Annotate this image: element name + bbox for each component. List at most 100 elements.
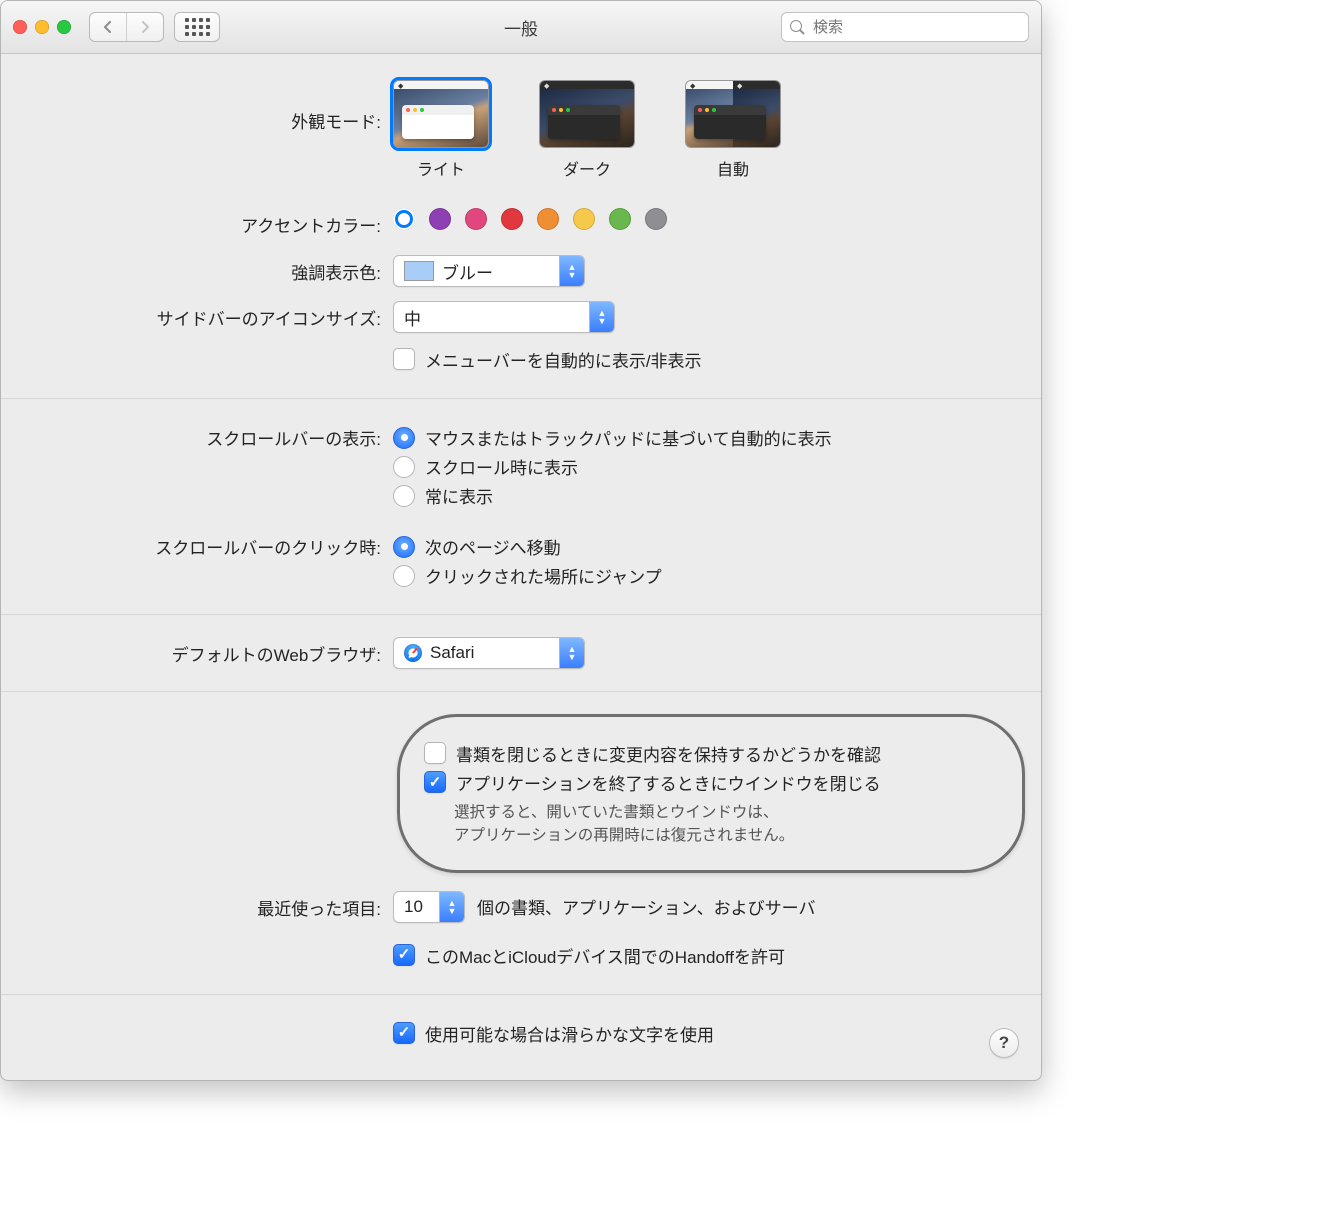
recent-row: 最近使った項目: 10 ▲▼ 個の書類、アプリケーション、およびサーバ bbox=[31, 891, 1011, 923]
close-on-quit-checkbox[interactable]: アプリケーションを終了するときにウインドウを閉じる bbox=[424, 770, 962, 795]
accent-swatch-red[interactable] bbox=[501, 208, 523, 230]
content: 外観モード: ◆ ライト bbox=[1, 54, 1041, 1080]
sidebar-icon-select[interactable]: 中 ▲▼ bbox=[393, 301, 615, 333]
help-label: ? bbox=[999, 1033, 1009, 1053]
chevron-left-icon bbox=[103, 21, 113, 33]
checkbox-icon bbox=[393, 1022, 415, 1044]
smoothing-label: 使用可能な場合は滑らかな文字を使用 bbox=[425, 1021, 714, 1046]
checkbox-icon bbox=[393, 348, 415, 370]
scroll-show-always-label: 常に表示 bbox=[425, 483, 493, 508]
scroll-show-label: スクロールバーの表示: bbox=[31, 421, 393, 450]
appearance-thumb-auto: ◆ ◆ bbox=[685, 80, 781, 148]
titlebar: 一般 bbox=[1, 1, 1041, 54]
recent-label: 最近使った項目: bbox=[31, 891, 393, 920]
accent-swatch-pink[interactable] bbox=[465, 208, 487, 230]
radio-icon bbox=[393, 536, 415, 558]
scroll-click-row: スクロールバーのクリック時: 次のページへ移動 クリックされた場所にジャンプ bbox=[31, 530, 1011, 592]
scroll-click-jump[interactable]: クリックされた場所にジャンプ bbox=[393, 563, 1011, 588]
appearance-options: ◆ ライト ◆ bbox=[393, 80, 1011, 180]
highlight-value: ブルー bbox=[442, 259, 493, 284]
accent-swatches bbox=[393, 208, 1011, 230]
accent-swatch-yellow[interactable] bbox=[573, 208, 595, 230]
minimize-window-button[interactable] bbox=[35, 20, 49, 34]
search-input[interactable] bbox=[811, 18, 1020, 37]
window-title: 一般 bbox=[504, 15, 538, 40]
radio-icon bbox=[393, 565, 415, 587]
appearance-label: 外観モード: bbox=[31, 80, 393, 133]
browser-select[interactable]: Safari ▲▼ bbox=[393, 637, 585, 669]
back-button[interactable] bbox=[90, 13, 127, 41]
scroll-show-always[interactable]: 常に表示 bbox=[393, 483, 1011, 508]
radio-icon bbox=[393, 427, 415, 449]
scroll-click-page[interactable]: 次のページへ移動 bbox=[393, 534, 1011, 559]
smoothing-checkbox[interactable]: 使用可能な場合は滑らかな文字を使用 bbox=[393, 1021, 1011, 1046]
checkbox-icon bbox=[424, 771, 446, 793]
radio-icon bbox=[393, 456, 415, 478]
scroll-show-auto[interactable]: マウスまたはトラックパッドに基づいて自動的に表示 bbox=[393, 425, 1011, 450]
appearance-thumb-dark: ◆ bbox=[539, 80, 635, 148]
menubar-auto-row: メニューバーを自動的に表示/非表示 bbox=[31, 343, 1011, 376]
accent-swatch-green[interactable] bbox=[609, 208, 631, 230]
forward-button[interactable] bbox=[127, 13, 163, 41]
search-field[interactable] bbox=[781, 12, 1029, 42]
scroll-show-scrolling[interactable]: スクロール時に表示 bbox=[393, 454, 1011, 479]
stepper-icon: ▲▼ bbox=[559, 256, 584, 286]
smoothing-row: 使用可能な場合は滑らかな文字を使用 bbox=[31, 1017, 1011, 1050]
callout-row: 書類を閉じるときに変更内容を保持するかどうかを確認 アプリケーションを終了すると… bbox=[31, 714, 1011, 891]
sidebar-icon-value: 中 bbox=[404, 305, 421, 330]
appearance-option-light[interactable]: ◆ ライト bbox=[393, 80, 489, 180]
accent-swatch-blue[interactable] bbox=[393, 208, 415, 230]
appearance-caption-auto: 自動 bbox=[717, 156, 749, 180]
handoff-label: このMacとiCloudデバイス間でのHandoffを許可 bbox=[425, 943, 785, 968]
grid-icon bbox=[185, 18, 210, 36]
highlight-label: 強調表示色: bbox=[31, 255, 393, 284]
stepper-icon: ▲▼ bbox=[439, 892, 464, 922]
accent-swatch-orange[interactable] bbox=[537, 208, 559, 230]
checkbox-icon bbox=[393, 944, 415, 966]
help-button[interactable]: ? bbox=[989, 1028, 1019, 1058]
highlight-select[interactable]: ブルー ▲▼ bbox=[393, 255, 585, 287]
appearance-caption-dark: ダーク bbox=[563, 156, 611, 180]
scroll-show-scrolling-label: スクロール時に表示 bbox=[425, 454, 578, 479]
accent-row: アクセントカラー: bbox=[31, 208, 1011, 237]
highlight-row: 強調表示色: ブルー ▲▼ bbox=[31, 255, 1011, 287]
close-window-button[interactable] bbox=[13, 20, 27, 34]
scroll-click-page-label: 次のページへ移動 bbox=[425, 534, 561, 559]
safari-icon bbox=[404, 644, 422, 662]
stepper-icon: ▲▼ bbox=[589, 302, 614, 332]
divider bbox=[1, 994, 1041, 995]
appearance-option-dark[interactable]: ◆ ダーク bbox=[539, 80, 635, 180]
divider bbox=[1, 691, 1041, 692]
ask-on-close-label: 書類を閉じるときに変更内容を保持するかどうかを確認 bbox=[456, 741, 881, 766]
preferences-window: 一般 外観モード: ◆ bbox=[0, 0, 1042, 1081]
close-on-quit-note: 選択すると、開いていた書類とウインドウは、 アプリケーションの再開時には復元され… bbox=[454, 801, 962, 848]
stepper-icon: ▲▼ bbox=[559, 638, 584, 668]
nav-back-forward bbox=[89, 12, 164, 42]
appearance-row: 外観モード: ◆ ライト bbox=[31, 80, 1011, 180]
callout-bubble: 書類を閉じるときに変更内容を保持するかどうかを確認 アプリケーションを終了すると… bbox=[397, 714, 1025, 873]
recent-suffix: 個の書類、アプリケーション、およびサーバ bbox=[477, 894, 815, 919]
show-all-button[interactable] bbox=[174, 12, 220, 42]
check-icon bbox=[393, 208, 415, 230]
accent-label: アクセントカラー: bbox=[31, 208, 393, 237]
handoff-checkbox[interactable]: このMacとiCloudデバイス間でのHandoffを許可 bbox=[393, 943, 1011, 968]
browser-label: デフォルトのWebブラウザ: bbox=[31, 637, 393, 666]
appearance-caption-light: ライト bbox=[417, 156, 465, 180]
menubar-auto-label: メニューバーを自動的に表示/非表示 bbox=[425, 347, 702, 372]
accent-swatch-gray[interactable] bbox=[645, 208, 667, 230]
divider bbox=[1, 614, 1041, 615]
checkbox-icon bbox=[424, 742, 446, 764]
window-controls bbox=[13, 20, 71, 34]
close-on-quit-label: アプリケーションを終了するときにウインドウを閉じる bbox=[456, 770, 881, 795]
ask-on-close-checkbox[interactable]: 書類を閉じるときに変更内容を保持するかどうかを確認 bbox=[424, 741, 962, 766]
appearance-option-auto[interactable]: ◆ ◆ bbox=[685, 80, 781, 180]
recent-select[interactable]: 10 ▲▼ bbox=[393, 891, 465, 923]
zoom-window-button[interactable] bbox=[57, 20, 71, 34]
recent-value: 10 bbox=[404, 897, 423, 917]
accent-swatch-purple[interactable] bbox=[429, 208, 451, 230]
scroll-show-auto-label: マウスまたはトラックパッドに基づいて自動的に表示 bbox=[425, 425, 832, 450]
scroll-show-row: スクロールバーの表示: マウスまたはトラックパッドに基づいて自動的に表示 スクロ… bbox=[31, 421, 1011, 512]
menubar-auto-checkbox[interactable]: メニューバーを自動的に表示/非表示 bbox=[393, 347, 1011, 372]
sidebar-icon-row: サイドバーのアイコンサイズ: 中 ▲▼ bbox=[31, 301, 1011, 333]
chevron-right-icon bbox=[140, 21, 150, 33]
